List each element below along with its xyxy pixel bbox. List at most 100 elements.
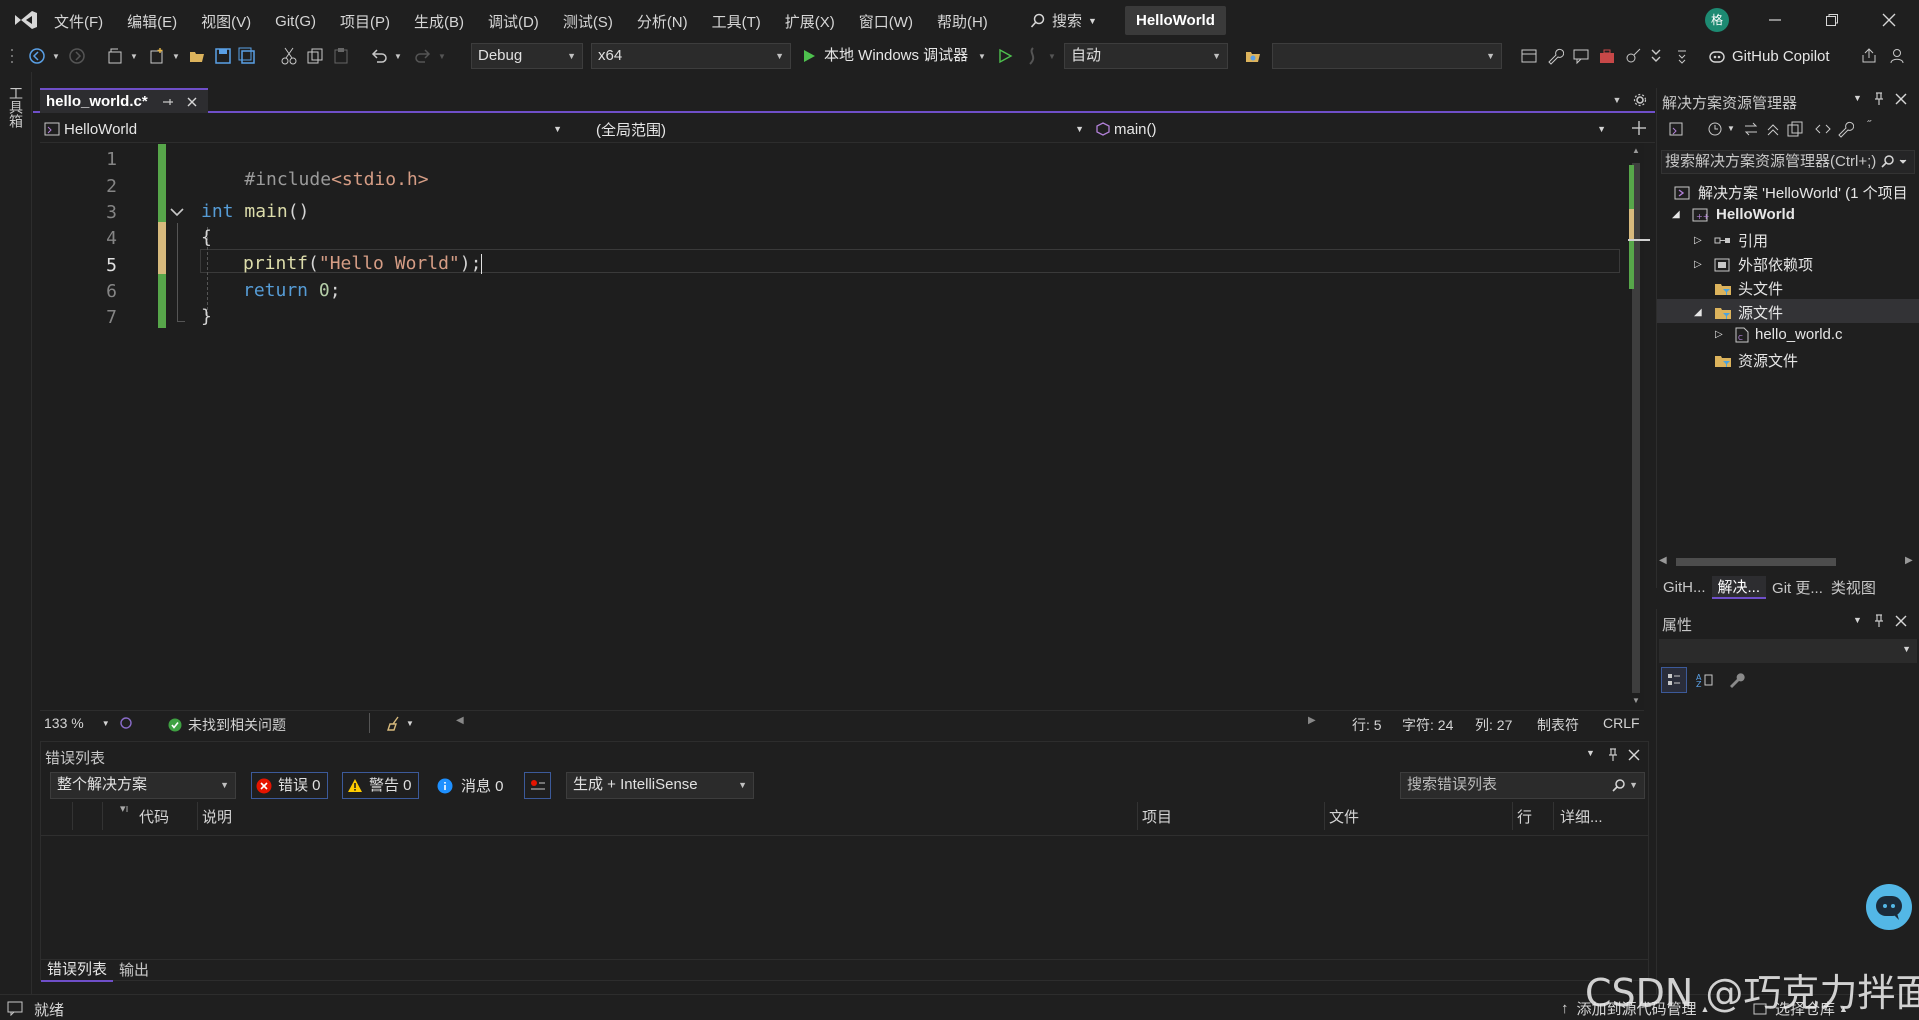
pin-icon[interactable] — [162, 96, 174, 108]
close-panel-icon[interactable] — [1894, 614, 1908, 628]
assistant-chat-icon[interactable] — [1866, 884, 1912, 930]
char-indicator[interactable]: 字符: 24 — [1402, 715, 1453, 735]
menu-item[interactable]: 视图(V) — [201, 11, 251, 32]
paste-icon[interactable] — [330, 45, 352, 67]
column-project[interactable]: 项目 — [1142, 806, 1172, 827]
property-pages-icon[interactable] — [1723, 667, 1749, 693]
settings-gear-icon[interactable] — [1632, 92, 1648, 108]
tab-github[interactable]: GitH... — [1657, 579, 1712, 596]
chevron-down-icon[interactable]: ▼ — [392, 45, 404, 67]
tab-git-changes[interactable]: Git 更... — [1766, 577, 1829, 598]
zoom-dropdown[interactable]: 133 % ▼ — [44, 715, 110, 731]
sort-icon[interactable]: ▾ı — [120, 802, 129, 815]
copy-icon[interactable] — [304, 45, 326, 67]
collapsed-arrow-icon[interactable]: ▷ — [1694, 259, 1708, 270]
intellicode-icon[interactable] — [118, 715, 134, 731]
start-debug-icon[interactable] — [798, 45, 820, 67]
close-panel-icon[interactable] — [1627, 747, 1641, 763]
chevron-down-icon[interactable]: ▼ — [170, 45, 182, 67]
menu-item[interactable]: 生成(B) — [414, 11, 464, 32]
search-icon[interactable] — [1877, 151, 1913, 173]
error-scope-select[interactable]: 整个解决方案 ▼ — [50, 772, 236, 799]
close-window-icon[interactable] — [1879, 10, 1899, 30]
column-file[interactable]: 文件 — [1329, 806, 1359, 827]
close-tab-icon[interactable] — [186, 96, 198, 108]
scope-dropdown[interactable]: (全局范围) ▼ — [570, 118, 1090, 140]
line-ending-indicator[interactable]: CRLF — [1603, 715, 1640, 731]
tree-solution[interactable]: 解决方案 'HelloWorld' (1 个项目 — [1674, 182, 1908, 203]
feedback-icon[interactable] — [1886, 45, 1908, 67]
save-all-icon[interactable] — [236, 45, 258, 67]
scroll-down-icon[interactable]: ▼ — [1628, 696, 1644, 705]
issues-indicator[interactable]: 未找到相关问题 — [168, 715, 286, 735]
tree-header-files[interactable]: 头文件 — [1714, 278, 1783, 299]
tab-error-list[interactable]: 错误列表 — [41, 960, 114, 982]
startup-item-icon[interactable] — [1242, 45, 1264, 67]
error-search-input[interactable]: 搜索错误列表 ▼ — [1400, 772, 1645, 799]
wrench-icon[interactable] — [1544, 45, 1566, 67]
messages-filter-button[interactable]: 消息 0 — [437, 772, 504, 799]
tree-external-deps[interactable]: ▷ 外部依赖项 — [1694, 254, 1813, 275]
tree-source-files[interactable]: ◢ 源文件 — [1694, 302, 1783, 323]
tab-output[interactable]: 输出 — [113, 961, 155, 981]
layout-icon[interactable] — [1518, 45, 1540, 67]
collapsed-arrow-icon[interactable]: ▷ — [1715, 329, 1729, 340]
scroll-right-icon[interactable]: ▶ — [1905, 555, 1913, 566]
step-icon[interactable] — [1648, 45, 1664, 67]
member-dropdown[interactable]: main() ▼ — [1096, 118, 1612, 140]
chevron-down-icon[interactable]: ▼ — [436, 45, 448, 67]
minimize-icon[interactable] — [1765, 10, 1785, 30]
pin-icon[interactable] — [1872, 91, 1886, 107]
expanded-arrow-icon[interactable]: ◢ — [1672, 209, 1686, 220]
tab-solution[interactable]: 解决... — [1711, 575, 1767, 599]
properties-wrench-icon[interactable] — [1835, 119, 1855, 139]
tab-list-dropdown-icon[interactable]: ▼ — [1610, 92, 1624, 108]
history-icon[interactable] — [1705, 119, 1725, 139]
startup-item-select[interactable]: ▼ — [1272, 43, 1502, 69]
properties-object-select[interactable]: ▼ — [1659, 639, 1917, 663]
menu-item[interactable]: 帮助(H) — [937, 11, 988, 32]
overflow-icon[interactable]: ˝ — [1867, 118, 1871, 132]
hot-reload-icon[interactable] — [1022, 45, 1044, 67]
tab-hello-world[interactable]: hello_world.c* — [40, 88, 208, 113]
chevron-down-icon[interactable]: ▼ — [128, 45, 140, 67]
editor-vertical-scrollbar[interactable]: ▲ ▼ — [1628, 143, 1650, 710]
column-code[interactable]: 代码 — [139, 806, 169, 827]
tree-project[interactable]: ◢ ++ HelloWorld — [1672, 206, 1795, 223]
visual-studio-logo-icon[interactable] — [12, 8, 40, 32]
toolbar-grip-icon[interactable] — [8, 45, 16, 67]
sync-icon[interactable] — [1741, 119, 1761, 139]
tab-class-view[interactable]: 类视图 — [1829, 577, 1878, 598]
hscroll-left-icon[interactable]: ◀ — [456, 715, 464, 726]
error-source-select[interactable]: 生成 + IntelliSense ▼ — [566, 772, 754, 799]
notification-icon[interactable] — [6, 999, 24, 1017]
tree-resource-files[interactable]: 资源文件 — [1714, 350, 1798, 371]
menu-item[interactable]: 窗口(W) — [859, 11, 913, 32]
column-detail[interactable]: 详细... — [1560, 806, 1603, 827]
save-icon[interactable] — [212, 45, 234, 67]
line-indicator[interactable]: 行: 5 — [1352, 715, 1382, 735]
chevron-down-icon[interactable]: ▼ — [976, 45, 988, 67]
hscroll-right-icon[interactable]: ▶ — [1308, 715, 1316, 726]
indent-mode-indicator[interactable]: 制表符 — [1537, 715, 1579, 735]
pin-icon[interactable] — [1606, 747, 1620, 763]
code-cleanup-button[interactable]: ▼ — [386, 715, 414, 731]
chevron-down-icon[interactable]: ▼ — [1853, 615, 1862, 625]
alphabetical-icon[interactable]: AZ — [1691, 667, 1717, 693]
debug-target-select[interactable]: 自动 ▼ — [1064, 43, 1228, 69]
code-editor[interactable]: 1 2 3 4 5 6 7 #include<stdio.h> int main… — [40, 143, 1628, 710]
menu-item[interactable]: Git(G) — [275, 13, 316, 30]
close-panel-icon[interactable] — [1894, 92, 1908, 106]
collapsed-arrow-icon[interactable]: ▷ — [1694, 235, 1708, 246]
collapse-region-icon[interactable] — [168, 203, 186, 221]
chevron-down-icon[interactable]: ▼ — [1586, 748, 1595, 758]
scroll-left-icon[interactable]: ◀ — [1659, 555, 1667, 566]
chevron-down-icon[interactable]: ▼ — [50, 45, 62, 67]
chevron-down-icon[interactable]: ▼ — [1046, 45, 1058, 67]
comment-icon[interactable] — [1570, 45, 1592, 67]
tree-hello-world-file[interactable]: ▷ C hello_world.c — [1715, 326, 1843, 343]
share-icon[interactable] — [1858, 45, 1880, 67]
chevron-down-icon[interactable]: ▼ — [1727, 124, 1735, 133]
show-all-files-icon[interactable] — [1785, 119, 1805, 139]
switch-views-icon[interactable] — [1667, 119, 1687, 139]
